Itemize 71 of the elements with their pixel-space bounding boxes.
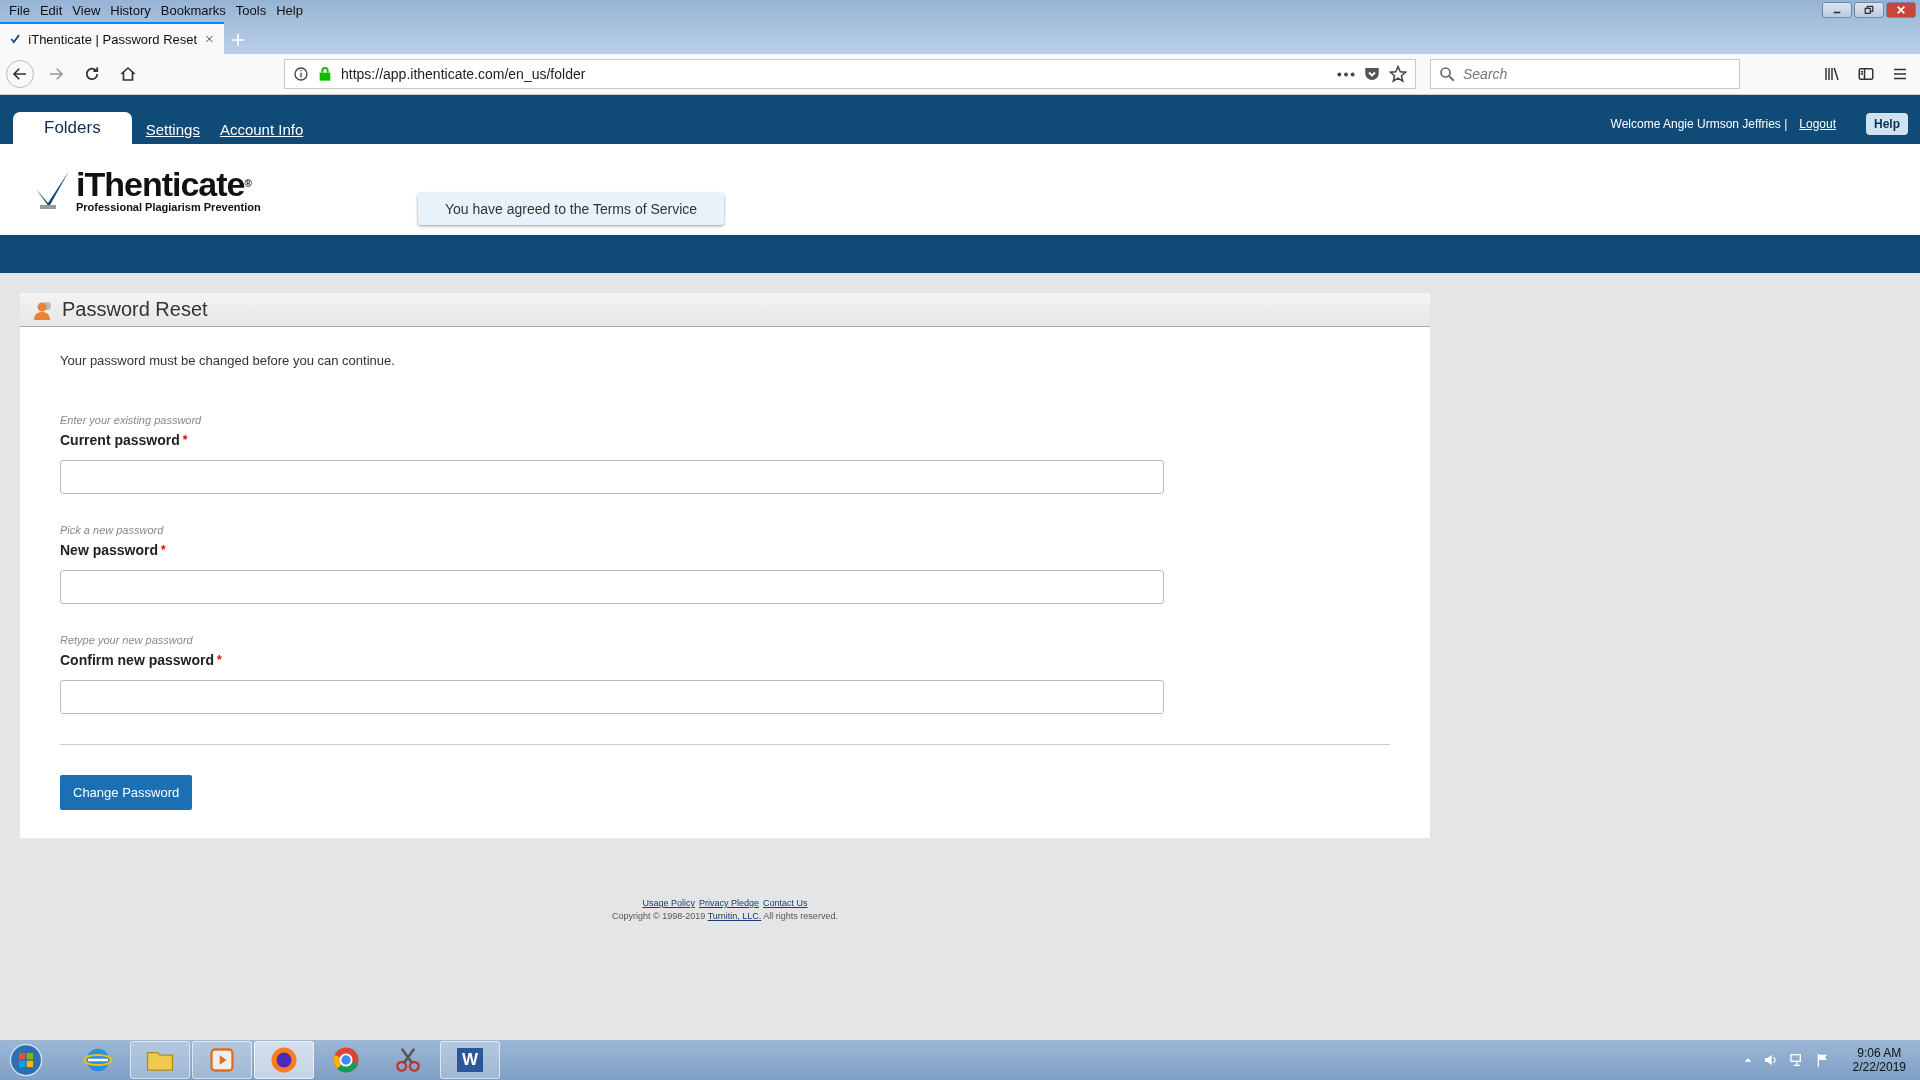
word-letter-icon: W — [457, 1048, 483, 1072]
password-field[interactable] — [60, 570, 1164, 604]
required-mark: * — [161, 543, 166, 557]
password-field[interactable] — [60, 680, 1164, 714]
footer-link[interactable]: Contact Us — [763, 898, 808, 908]
scissors-icon — [393, 1045, 423, 1075]
plus-icon — [230, 32, 246, 48]
browser-icon — [331, 1045, 361, 1075]
home-icon — [119, 65, 137, 83]
footer-link[interactable]: Privacy Pledge — [699, 898, 759, 908]
nav-tab[interactable]: Account Info — [213, 121, 310, 144]
tab-title: iThenticate | Password Reset — [28, 31, 198, 47]
menu-item[interactable]: View — [67, 2, 106, 18]
nav-tab[interactable]: Settings — [139, 121, 206, 144]
notice-message: You have agreed to the Terms of Service — [418, 192, 725, 225]
sidebar-icon — [1857, 65, 1875, 83]
password-field[interactable] — [60, 460, 1164, 494]
logout-link[interactable]: Logout — [1799, 116, 1836, 131]
required-mark: * — [182, 433, 188, 447]
search-field[interactable]: Search — [1430, 59, 1740, 89]
company-link[interactable]: Turnitin, LLC. — [707, 911, 762, 921]
menu-item[interactable]: Bookmarks — [155, 2, 231, 18]
menu-item[interactable]: Tools — [230, 2, 272, 18]
intro-text: Your password must be changed before you can continue. — [60, 353, 396, 368]
reload-icon — [83, 65, 101, 83]
restore-button[interactable] — [1854, 2, 1884, 18]
play-icon — [208, 1046, 236, 1074]
close-icon — [1896, 5, 1906, 15]
more-dots-icon — [1337, 71, 1355, 77]
field-label: New password — [60, 542, 159, 558]
library-icon — [1823, 65, 1841, 83]
browser-icon — [269, 1045, 299, 1075]
speaker-icon — [1762, 1052, 1779, 1068]
menu-item[interactable]: File — [4, 2, 35, 18]
menu-item[interactable]: History — [105, 2, 156, 18]
restore-icon — [1864, 5, 1874, 15]
field-label: Current password — [60, 432, 180, 448]
welcome-text: Welcome Angie Urmson Jeffries | — [1610, 116, 1788, 131]
info-icon — [293, 66, 309, 82]
taskbar-app-button[interactable] — [254, 1041, 314, 1079]
logo-tagline: Professional Plagiarism Prevention — [76, 200, 261, 213]
checkmark-icon — [10, 32, 21, 46]
close-icon — [205, 33, 214, 45]
help-button[interactable]: Help — [1866, 112, 1908, 135]
windows-orb-icon — [9, 1043, 43, 1077]
close-button[interactable] — [1886, 2, 1916, 18]
clock-date: 2/22/2019 — [1852, 1060, 1906, 1074]
back-arrow-icon — [11, 65, 29, 83]
clock-time: 9:06 AM — [1857, 1046, 1902, 1060]
copyright-text: Copyright © 1998-2019 Turnitin, LLC. All rights reserved. — [612, 911, 838, 921]
forward-arrow-icon — [47, 65, 65, 83]
padlock-icon — [317, 66, 333, 82]
logo-wordmark: iThenticate® — [76, 166, 253, 201]
menu-item[interactable]: Help — [271, 2, 308, 18]
field-hint: Retype your new password — [60, 634, 194, 646]
change-password-button[interactable]: Change Password — [60, 775, 193, 810]
required-mark: * — [217, 653, 222, 667]
taskbar-app-button[interactable]: W — [440, 1041, 500, 1079]
nav-tab[interactable]: Folders — [13, 112, 132, 144]
url-text: https://app.ithenticate.com/en_us/folder — [341, 66, 587, 82]
menu-item[interactable]: Edit — [34, 2, 68, 18]
browser-tab[interactable]: iThenticate | Password Reset — [0, 22, 224, 54]
field-label: Confirm new password — [60, 652, 215, 668]
search-icon — [1438, 65, 1456, 83]
field-hint: Pick a new password — [60, 524, 165, 536]
pocket-icon — [1363, 65, 1381, 83]
address-bar[interactable]: https://app.ithenticate.com/en_us/folder — [284, 59, 1416, 89]
star-icon — [1389, 65, 1407, 83]
card-title: Password Reset — [62, 298, 208, 321]
field-hint: Enter your existing password — [60, 414, 203, 426]
footer-link[interactable]: Usage Policy — [642, 898, 695, 908]
